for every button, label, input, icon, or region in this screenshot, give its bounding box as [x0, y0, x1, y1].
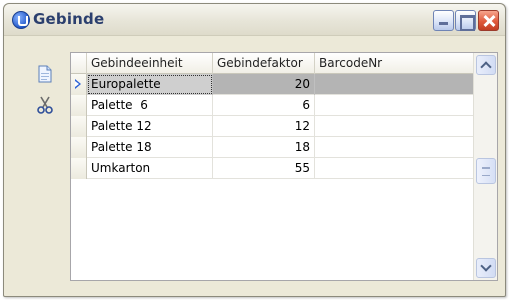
row-header[interactable]	[71, 116, 87, 137]
cell-gebindefaktor[interactable]: 55	[213, 158, 315, 179]
new-record-icon[interactable]	[36, 65, 54, 83]
cell-gebindeeinheit[interactable]: Umkarton	[87, 158, 213, 179]
cut-icon[interactable]	[36, 96, 54, 114]
cell-gebindefaktor[interactable]: 12	[213, 116, 315, 137]
cell-barcodenr[interactable]	[315, 158, 475, 179]
column-header-barcodenr[interactable]: BarcodeNr	[315, 53, 475, 74]
table-row[interactable]: Palette 18 18	[71, 137, 475, 158]
cell-gebindeeinheit[interactable]: Palette 12	[87, 116, 213, 137]
cell-gebindeeinheit[interactable]: Palette 18	[87, 137, 213, 158]
table-row[interactable]: Palette 12 12	[71, 116, 475, 137]
cell-gebindefaktor[interactable]: 6	[213, 95, 315, 116]
scroll-up-button[interactable]	[476, 55, 496, 75]
close-button[interactable]	[478, 10, 499, 31]
column-header-gebindefaktor[interactable]: Gebindefaktor	[213, 53, 315, 74]
minimize-button[interactable]	[433, 10, 454, 31]
title-bar[interactable]: Gebinde	[4, 4, 505, 36]
window-title: Gebinde	[33, 10, 105, 28]
current-row-indicator-icon	[75, 79, 81, 89]
vertical-scrollbar[interactable]	[473, 53, 497, 280]
column-header-gebindeeinheit[interactable]: Gebindeeinheit	[87, 53, 213, 74]
cell-barcodenr[interactable]	[315, 116, 475, 137]
row-header[interactable]	[71, 137, 87, 158]
scroll-down-button[interactable]	[476, 258, 496, 278]
chevron-down-icon	[480, 260, 492, 272]
table-row[interactable]: Palette 6 6	[71, 95, 475, 116]
table-row[interactable]: Umkarton 55	[71, 158, 475, 179]
row-header[interactable]	[71, 74, 87, 95]
cell-gebindeeinheit[interactable]: Europalette	[87, 74, 213, 95]
app-icon[interactable]	[12, 11, 30, 29]
cell-barcodenr[interactable]	[315, 95, 475, 116]
cell-gebindeeinheit[interactable]: Palette 6	[87, 95, 213, 116]
scroll-thumb[interactable]	[476, 158, 496, 184]
chevron-up-icon	[480, 61, 492, 73]
gebinde-window: Gebinde Gebindeeinheit Gebindefaktor Bar…	[3, 3, 506, 297]
cell-barcodenr[interactable]	[315, 74, 475, 95]
grid-header: Gebindeeinheit Gebindefaktor BarcodeNr	[71, 53, 475, 74]
cell-gebindefaktor[interactable]: 18	[213, 137, 315, 158]
row-header[interactable]	[71, 158, 87, 179]
table-row[interactable]: Europalette 20	[71, 74, 475, 95]
gebinde-grid[interactable]: Gebindeeinheit Gebindefaktor BarcodeNr E…	[70, 52, 498, 281]
maximize-button[interactable]	[455, 10, 476, 31]
row-header[interactable]	[71, 95, 87, 116]
header-corner[interactable]	[71, 53, 87, 74]
cell-barcodenr[interactable]	[315, 137, 475, 158]
cell-gebindefaktor[interactable]: 20	[213, 74, 315, 95]
